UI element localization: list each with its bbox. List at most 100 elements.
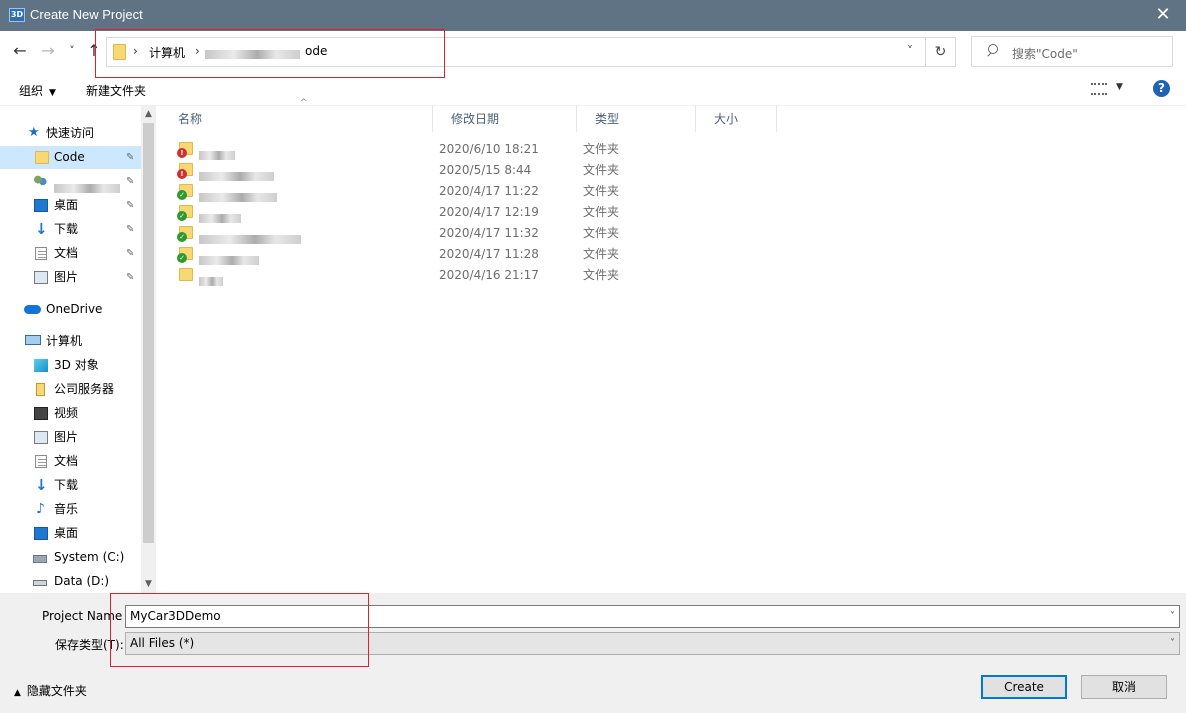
- check-badge-icon: ✓: [177, 253, 187, 263]
- sidebar-item-data-drive[interactable]: Data (D:): [0, 570, 141, 593]
- breadcrumb-computer[interactable]: 计算机: [149, 44, 185, 61]
- sidebar-item-desktop-pc[interactable]: 桌面: [0, 522, 141, 545]
- save-type-select[interactable]: All Files (*) ˅: [125, 632, 1180, 655]
- chevron-down-icon[interactable]: ˅: [1170, 633, 1175, 654]
- file-type: 文件夹: [583, 184, 620, 198]
- view-chevron-icon[interactable]: ▼: [1116, 82, 1123, 92]
- server-icon: [36, 383, 45, 396]
- sidebar-item-onedrive[interactable]: OneDrive: [0, 298, 141, 321]
- table-row[interactable]: ! 2020/6/10 18:21 文件夹: [177, 139, 777, 160]
- document-icon: [35, 455, 47, 468]
- pictures-icon: [34, 431, 48, 444]
- sidebar-item-company-server[interactable]: 公司服务器: [0, 378, 141, 401]
- sidebar-item-code[interactable]: Code ✎: [0, 146, 141, 169]
- help-button[interactable]: ?: [1153, 80, 1170, 97]
- file-type: 文件夹: [583, 142, 620, 156]
- table-row[interactable]: ✓ 2020/4/17 12:19 文件夹: [177, 202, 777, 223]
- file-type: 文件夹: [583, 205, 620, 219]
- column-header-date[interactable]: 修改日期: [433, 106, 577, 132]
- hide-folders-button[interactable]: ▲ 隐藏文件夹: [14, 682, 87, 699]
- breadcrumb-redacted-path[interactable]: [205, 47, 300, 61]
- sidebar-item-user[interactable]: ✎: [0, 170, 141, 193]
- system-drive-icon: [33, 555, 47, 563]
- pin-icon: ✎: [126, 152, 135, 163]
- file-type: 文件夹: [583, 268, 620, 282]
- create-button[interactable]: Create: [981, 675, 1067, 699]
- sidebar-item-computer[interactable]: 计算机: [0, 330, 141, 353]
- window-title: Create New Project: [30, 7, 143, 22]
- file-list: ^ 名称 修改日期 类型 大小 ! 2020/6/10 18:21 文件夹 ! …: [160, 98, 1186, 593]
- file-type: 文件夹: [583, 247, 620, 261]
- sidebar-item-label: 公司服务器: [54, 382, 115, 396]
- view-options-icon[interactable]: [1091, 83, 1107, 95]
- file-date: 2020/4/16 21:17: [439, 268, 539, 282]
- search-placeholder: 搜索"Code": [1012, 47, 1078, 61]
- sidebar-item-label: 视频: [54, 406, 79, 420]
- refresh-button[interactable]: ↻: [926, 37, 956, 67]
- sidebar-item-pictures-pc[interactable]: 图片: [0, 426, 141, 449]
- folder-icon: [179, 268, 193, 281]
- file-name-redacted: [199, 271, 223, 292]
- back-button[interactable]: ←: [10, 41, 30, 61]
- sidebar-item-3d-objects[interactable]: 3D 对象: [0, 354, 141, 377]
- star-icon: ★: [28, 125, 40, 140]
- organize-label: 组织: [19, 84, 44, 98]
- chevron-down-icon[interactable]: ˅: [1170, 606, 1175, 627]
- table-row[interactable]: ✓ 2020/4/17 11:28 文件夹: [177, 244, 777, 265]
- check-badge-icon: ✓: [177, 211, 187, 221]
- pin-icon: ✎: [126, 272, 135, 283]
- project-name-input[interactable]: MyCar3DDemo ˅: [125, 605, 1180, 628]
- address-bar[interactable]: › 计算机 › ode ˅: [106, 37, 926, 67]
- check-badge-icon: ✓: [177, 232, 187, 242]
- file-date: 2020/6/10 18:21: [439, 142, 539, 156]
- 3d-objects-icon: [34, 359, 48, 372]
- sidebar-item-label: OneDrive: [46, 302, 103, 316]
- scrollbar-thumb[interactable]: [143, 123, 154, 543]
- chevron-up-icon: ▲: [14, 688, 21, 698]
- sidebar-item-music[interactable]: ♪ 音乐: [0, 498, 141, 521]
- sidebar-item-documents[interactable]: 文档 ✎: [0, 242, 141, 265]
- video-icon: [34, 407, 48, 420]
- sidebar-item-downloads[interactable]: ↓ 下载 ✎: [0, 218, 141, 241]
- sidebar-item-videos[interactable]: 视频: [0, 402, 141, 425]
- sidebar-item-label: 桌面: [54, 198, 79, 212]
- sidebar-item-pictures[interactable]: 图片 ✎: [0, 266, 141, 289]
- new-folder-button[interactable]: 新建文件夹: [86, 82, 146, 99]
- file-type: 文件夹: [583, 163, 620, 177]
- search-input[interactable]: 搜索"Code": [971, 36, 1173, 67]
- scroll-up-icon[interactable]: ▲: [141, 106, 156, 123]
- app-icon: 3D: [9, 8, 25, 22]
- up-button[interactable]: ↑: [84, 41, 104, 61]
- scroll-down-icon[interactable]: ▼: [141, 576, 156, 593]
- column-header-name[interactable]: 名称: [160, 106, 433, 132]
- pin-icon: ✎: [126, 248, 135, 259]
- recent-locations-button[interactable]: ˅: [62, 41, 82, 61]
- sidebar-item-documents-pc[interactable]: 文档: [0, 450, 141, 473]
- sidebar-scrollbar[interactable]: ▲ ▼: [141, 106, 156, 593]
- column-header-size[interactable]: 大小: [696, 106, 777, 132]
- table-row[interactable]: ! 2020/5/15 8:44 文件夹: [177, 160, 777, 181]
- computer-icon: [25, 335, 41, 345]
- organize-menu[interactable]: 组织 ▼: [19, 82, 56, 99]
- sidebar-item-system-drive[interactable]: System (C:): [0, 546, 141, 569]
- column-header-type[interactable]: 类型: [577, 106, 696, 132]
- table-row[interactable]: ✓ 2020/4/17 11:22 文件夹: [177, 181, 777, 202]
- table-row[interactable]: 2020/4/16 21:17 文件夹: [177, 265, 777, 286]
- sidebar-item-label: Code: [54, 150, 85, 164]
- breadcrumb-separator: ›: [195, 44, 200, 58]
- sidebar-item-downloads-pc[interactable]: ↓ 下载: [0, 474, 141, 497]
- cancel-button[interactable]: 取消: [1081, 675, 1167, 699]
- sidebar-item-quick-access[interactable]: ★ 快速访问: [0, 122, 141, 145]
- table-row[interactable]: ✓ 2020/4/17 11:32 文件夹: [177, 223, 777, 244]
- download-icon: ↓: [35, 476, 48, 494]
- desktop-icon: [34, 199, 48, 212]
- file-type: 文件夹: [583, 226, 620, 240]
- forward-button[interactable]: →: [38, 41, 58, 61]
- close-button[interactable]: ✕: [1140, 0, 1186, 31]
- sidebar-item-desktop[interactable]: 桌面 ✎: [0, 194, 141, 217]
- save-type-value: All Files (*): [130, 636, 195, 650]
- address-dropdown-icon[interactable]: ˅: [907, 44, 913, 58]
- document-icon: [35, 247, 47, 260]
- breadcrumb-code[interactable]: ode: [305, 44, 327, 58]
- project-name-label: Project Name: [42, 609, 123, 623]
